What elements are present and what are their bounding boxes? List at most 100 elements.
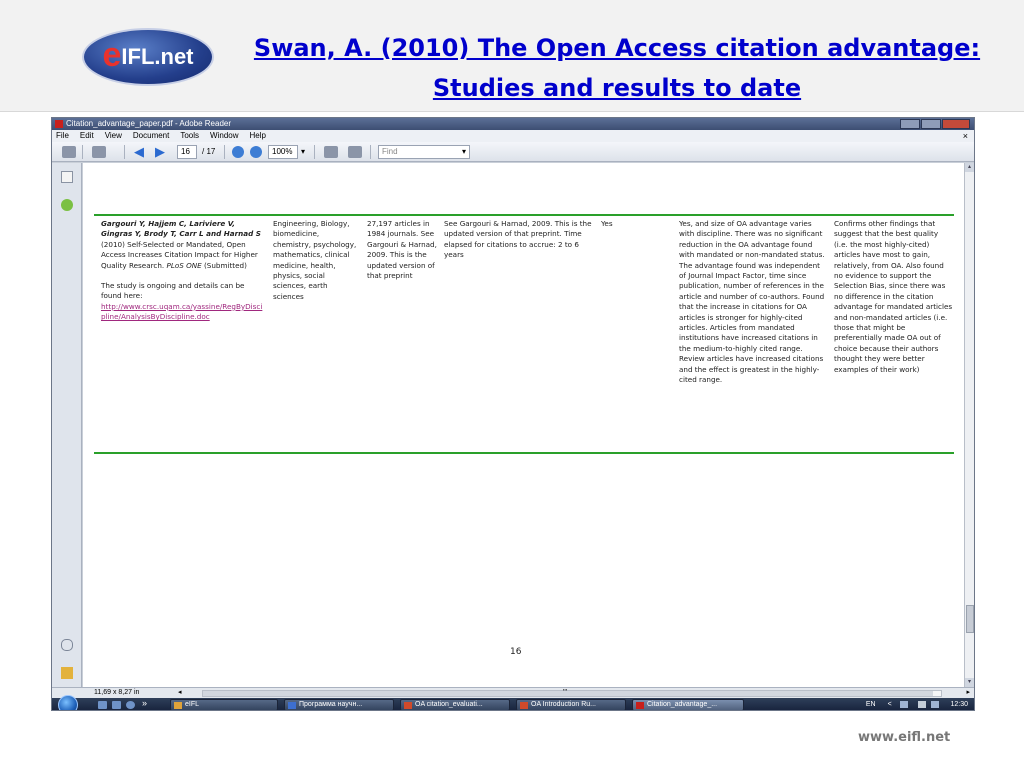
previous-page-icon[interactable]: ◀ (134, 145, 148, 158)
toolbar: ◀ ▶ 16 / 17 100% ▾ Find ▾ (52, 142, 974, 162)
status-bar: 11,69 x 8,27 in ◂ ''' ▸ (52, 687, 974, 698)
slide-title-line-1[interactable]: Swan, A. (2010) The Open Access citation… (222, 28, 1012, 68)
cell-advantage: Yes (601, 219, 613, 228)
cell-reference: Gargouri Y, Hajjem C, Lariviere V, Gingr… (101, 219, 265, 333)
menu-document[interactable]: Document (133, 130, 169, 142)
toolbar-separator (82, 145, 83, 159)
toolbar-separator (124, 145, 125, 159)
task-label: Программа научн... (299, 701, 363, 708)
adobe-reader-icon (636, 702, 644, 709)
window-controls (900, 119, 970, 129)
window-titlebar: Citation_advantage_paper.pdf - Adobe Rea… (52, 118, 974, 130)
page-number-input[interactable]: 16 (177, 145, 197, 159)
menu-file[interactable]: File (56, 130, 69, 142)
minimize-button[interactable] (900, 119, 920, 129)
next-page-icon[interactable]: ▶ (155, 145, 169, 158)
page-size-readout: 11,69 x 8,27 in (94, 689, 140, 696)
eifl-logo: e IFL.net (82, 28, 214, 86)
task-oa-citation[interactable]: OA citation_evaluati... (400, 699, 510, 710)
reference-note-block: The study is ongoing and details can be … (101, 281, 265, 323)
find-input[interactable]: Find (378, 145, 470, 159)
folder-icon (174, 702, 182, 709)
reference-note: The study is ongoing and details can be … (101, 281, 245, 301)
navigation-pane (52, 163, 82, 687)
reference-status: (Submitted) (201, 260, 247, 270)
task-citation-advantage[interactable]: Citation_advantage_... (632, 699, 744, 710)
slide-title[interactable]: Swan, A. (2010) The Open Access citation… (222, 28, 1012, 108)
menu-window[interactable]: Window (210, 130, 238, 142)
task-label: Citation_advantage_... (647, 701, 718, 708)
table-rule-top (94, 214, 954, 216)
menu-edit[interactable]: Edit (80, 130, 94, 142)
task-eifl[interactable]: eIFL (170, 699, 278, 710)
footer-url[interactable]: www.eifl.net (858, 730, 950, 745)
window-title: Citation_advantage_paper.pdf - Adobe Rea… (66, 119, 232, 128)
print-icon[interactable] (62, 146, 76, 158)
task-programma[interactable]: Программа научн... (284, 699, 394, 710)
reference-citation: Gargouri Y, Hajjem C, Lariviere V, Gingr… (101, 219, 265, 271)
word-icon (288, 702, 296, 709)
scroll-right-icon[interactable]: ▸ (966, 688, 970, 698)
windows-taskbar: » eIFL Программа научн... OA citation_ev… (52, 695, 974, 710)
zoom-level-select[interactable]: 100% (268, 145, 298, 159)
document-close-icon[interactable]: × (963, 130, 968, 142)
toolbar-separator (314, 145, 315, 159)
task-label: OA Introduction Ru... (531, 701, 596, 708)
pages-icon[interactable] (61, 171, 73, 183)
scroll-up-icon[interactable]: ▴ (965, 163, 974, 172)
attachments-icon[interactable] (61, 639, 73, 651)
scroll-left-icon[interactable]: ◂ (178, 688, 182, 698)
clock[interactable]: 12:30 (950, 701, 968, 708)
full-screen-icon[interactable] (348, 146, 362, 158)
logo-text: IFL.net (121, 44, 194, 69)
help-icon[interactable] (61, 199, 73, 211)
horizontal-scroll-thumb[interactable] (203, 691, 933, 696)
menu-tools[interactable]: Tools (180, 130, 199, 142)
adobe-reader-icon (55, 120, 63, 128)
zoom-in-icon[interactable] (250, 146, 262, 158)
show-desktop-icon[interactable] (98, 701, 107, 709)
comments-icon[interactable] (61, 667, 73, 679)
start-button[interactable] (58, 695, 78, 710)
powerpoint-icon (404, 702, 412, 709)
cell-findings: Yes, and size of OA advantage varies wit… (679, 219, 825, 385)
cell-sample: 27,197 articles in 1984 journals. See Ga… (367, 219, 437, 281)
quick-launch-chevron-icon[interactable]: » (142, 696, 147, 710)
scroll-down-icon[interactable]: ▾ (965, 678, 974, 687)
maximize-button[interactable] (921, 119, 941, 129)
reference-link[interactable]: http://www.crsc.uqam.ca/yassine/RegByDis… (101, 302, 262, 321)
network-icon[interactable] (899, 700, 908, 708)
menu-help[interactable]: Help (250, 130, 266, 142)
zoom-dropdown-icon[interactable]: ▾ (301, 145, 305, 159)
internet-explorer-icon[interactable] (126, 701, 135, 709)
reference-journal: PLoS ONE (166, 260, 202, 270)
slide-title-line-2[interactable]: Studies and results to date (222, 68, 1012, 108)
cell-comments: Confirms other findings that suggest tha… (834, 219, 953, 374)
collaborate-icon[interactable] (92, 146, 106, 158)
logo-e: e (102, 36, 122, 74)
system-tray: EN < 12:30 (866, 698, 968, 710)
document-page: Gargouri Y, Hajjem C, Lariviere V, Gingr… (83, 163, 966, 687)
zoom-out-icon[interactable] (232, 146, 244, 158)
tray-expand-icon[interactable]: < (888, 701, 892, 708)
table-rule-bottom (94, 452, 954, 454)
find-dropdown-icon[interactable]: ▾ (462, 145, 466, 159)
menu-view[interactable]: View (105, 130, 122, 142)
cell-method: See Gargouri & Harnad, 2009. This is the… (444, 219, 592, 260)
page-total: / 17 (202, 147, 216, 156)
task-oa-introduction[interactable]: OA Introduction Ru... (516, 699, 626, 710)
safely-remove-icon[interactable] (930, 700, 939, 708)
adobe-reader-window: Citation_advantage_paper.pdf - Adobe Rea… (51, 117, 975, 711)
task-label: eIFL (185, 701, 200, 708)
slide-header: e IFL.net Swan, A. (2010) The Open Access… (0, 0, 1024, 112)
close-button[interactable] (942, 119, 970, 129)
vertical-scroll-thumb[interactable] (966, 605, 974, 633)
cell-disciplines: Engineering, Biology, biomedicine, chemi… (273, 219, 357, 301)
horizontal-scrollbar[interactable]: ''' (202, 689, 942, 697)
language-indicator[interactable]: EN (866, 701, 876, 708)
switch-windows-icon[interactable] (112, 701, 121, 709)
fit-width-icon[interactable] (324, 146, 338, 158)
powerpoint-icon (520, 702, 528, 709)
vertical-scrollbar[interactable]: ▴ ▾ (964, 163, 974, 687)
volume-icon[interactable] (917, 700, 926, 708)
